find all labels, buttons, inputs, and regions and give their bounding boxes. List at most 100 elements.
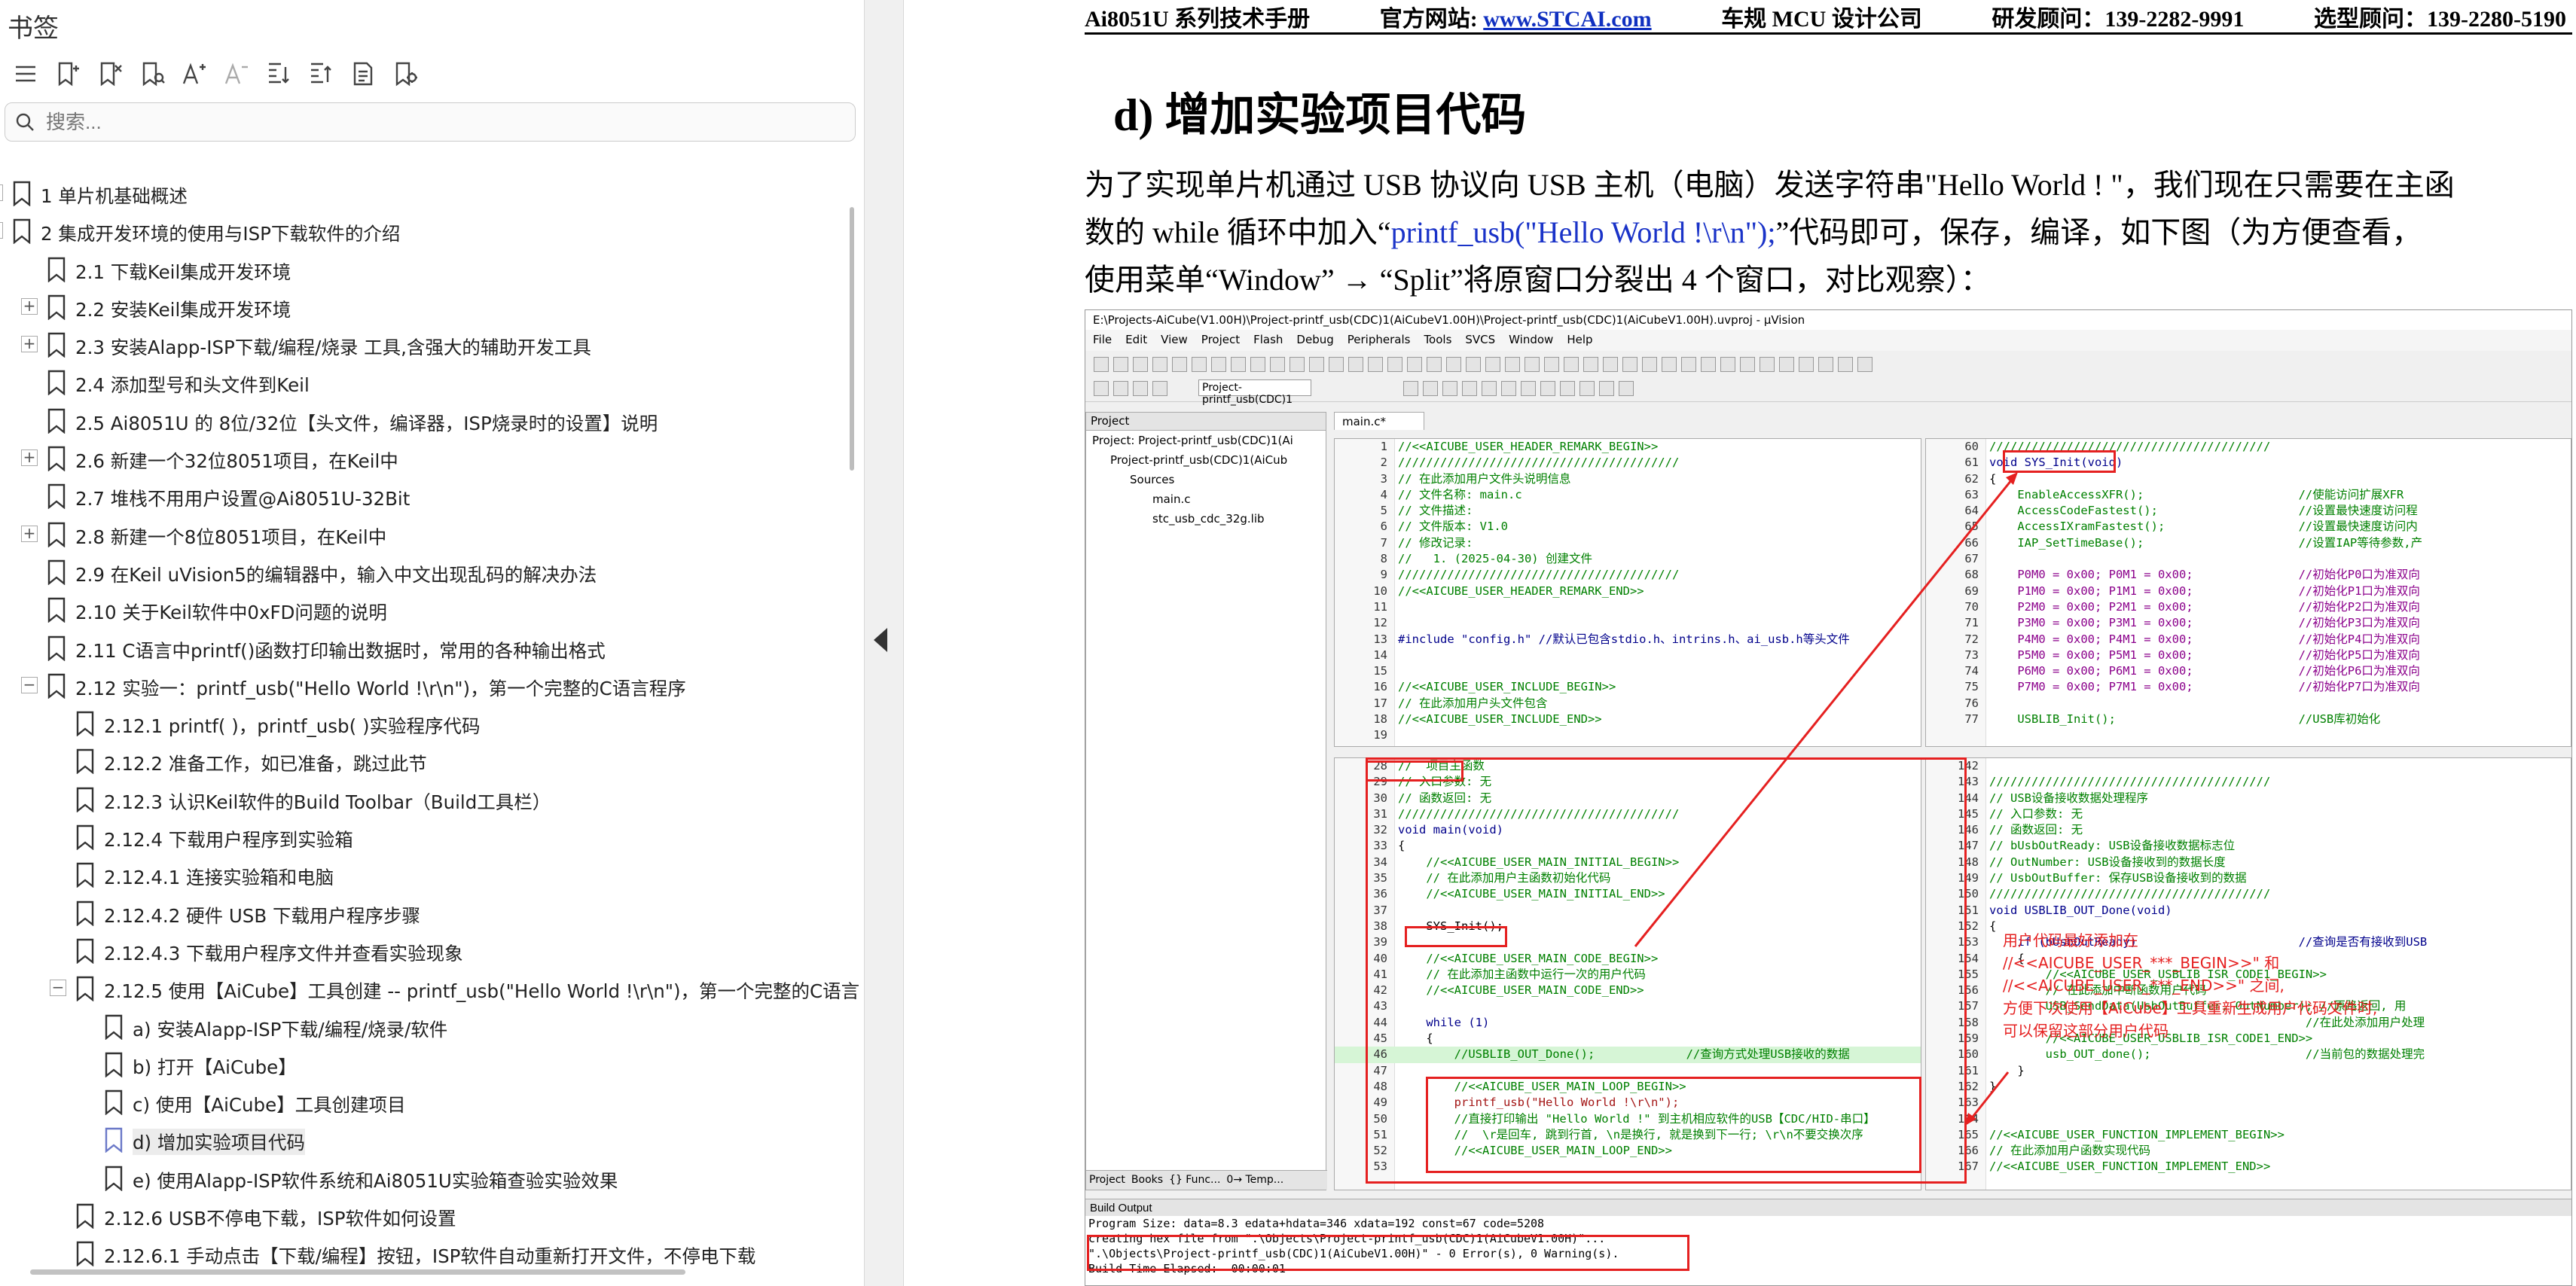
toggle-icon[interactable]: +	[21, 449, 38, 467]
toggle-icon[interactable]: −	[50, 980, 66, 997]
bookmark-item[interactable]: 2.11 C语言中printf()函数打印输出数据时，常用的各种输出格式	[0, 629, 851, 667]
inline-code: printf_usb("Hello World !\r\n");	[1390, 215, 1776, 249]
bookmark-icon	[47, 408, 66, 438]
bookmark-icon	[47, 559, 66, 590]
bookmark-item[interactable]: 2.12.4.2 硬件 USB 下载用户程序步骤	[0, 894, 851, 932]
bookmark-icon	[104, 1014, 124, 1044]
bookmark-item[interactable]: 2.12.1 printf( )，printf_usb( )实验程序代码	[0, 705, 851, 742]
bookmark-item[interactable]: 2.12.4 下载用户程序到实验箱	[0, 818, 851, 856]
bookmark-item[interactable]: c) 使用【AiCube】工具创建项目	[0, 1083, 851, 1121]
search-input[interactable]	[46, 109, 799, 135]
collapse-panel-arrow-icon[interactable]	[874, 628, 887, 652]
bookmark-item[interactable]: 2.12.4.1 连接实验箱和电脑	[0, 856, 851, 894]
toggle-icon[interactable]: +	[21, 297, 38, 315]
toggle-icon[interactable]: −	[0, 222, 3, 239]
header-product: Ai8051U 系列技术手册	[1085, 6, 1311, 32]
bookmark-settings-icon[interactable]	[387, 56, 423, 92]
website-link[interactable]: www.STCAI.com	[1483, 7, 1651, 32]
arrow-head	[2006, 472, 2018, 485]
bookmark-label: 2.7 堆栈不用用户设置@Ai8051U-32Bit	[75, 488, 411, 510]
bookmark-icon	[104, 1052, 124, 1082]
horizontal-scrollbar[interactable]	[30, 1269, 685, 1275]
bookmark-label: 2.12.2 准备工作，如已准备，跳过此节	[104, 753, 427, 776]
highlight-main-title	[1366, 760, 1463, 782]
search-icon	[14, 111, 35, 136]
toggle-icon[interactable]: +	[21, 525, 38, 542]
bookmark-item[interactable]: +2.2 安装Keil集成开发环境	[0, 288, 851, 326]
note-line: 方便下次使用【AiCube】工具重新生成用户代码文件时,	[2003, 999, 2378, 1017]
bookmark-search[interactable]	[5, 102, 856, 142]
find-bookmark-icon[interactable]	[134, 56, 170, 92]
bookmark-label: 2.12 实验一：printf_usb("Hello World !\r\n")…	[75, 677, 686, 699]
ide-screenshot: E:\Projects-AiCube(V1.00H)\Project-print…	[1085, 309, 2572, 1286]
bookmark-label: 2.12.1 printf( )，printf_usb( )实验程序代码	[104, 715, 481, 738]
note-arrow	[1969, 1071, 2010, 1120]
bookmark-icon	[47, 635, 66, 666]
bookmark-label: 2.12.4.1 连接实验箱和电脑	[104, 867, 334, 889]
bookmark-label: 2.5 Ai8051U 的 8位/32位【头文件，编译器，ISP烧录时的设置】说…	[75, 412, 658, 434]
bookmark-label: 2.6 新建一个32位8051项目，在Keil中	[75, 450, 398, 473]
toggle-icon[interactable]: +	[0, 184, 3, 201]
bookmark-icon	[75, 824, 95, 855]
section-heading: d) 增加实验项目代码	[1113, 90, 1527, 140]
header-company: 车规 MCU 设计公司	[1721, 6, 1922, 32]
bookmark-label: e) 使用Alapp-ISP软件系统和Ai8051U实验箱查验实验效果	[133, 1169, 618, 1192]
bookmark-icon	[47, 597, 66, 627]
bookmark-icon	[75, 748, 95, 779]
bookmark-item[interactable]: +2.6 新建一个32位8051项目，在Keil中	[0, 440, 851, 477]
collapse-all-icon[interactable]	[303, 56, 339, 92]
bookmark-item[interactable]: +2.3 安装Alapp-ISP下载/编程/烧录 工具,含强大的辅助开发工具	[0, 326, 851, 364]
bookmark-item[interactable]: − 2.12 实验一：printf_usb("Hello World !\r\n"…	[0, 667, 851, 705]
bookmark-item[interactable]: e) 使用Alapp-ISP软件系统和Ai8051U实验箱查验实验效果	[0, 1160, 851, 1197]
bookmark-icon	[12, 181, 32, 211]
bookmark-item[interactable]: 2.9 在Keil uVision5的编辑器中，输入中文出现乱码的解决办法	[0, 553, 851, 591]
expand-all-icon[interactable]	[261, 56, 297, 92]
bookmark-item[interactable]: 2.12.6.1 手动点击【下载/编程】按钮，ISP软件自动重新打开文件，不停电…	[0, 1235, 851, 1272]
toggle-icon[interactable]: +	[21, 336, 38, 353]
bookmark-icon	[104, 1127, 124, 1157]
bookmark-list-icon[interactable]	[8, 56, 44, 92]
document-view: Ai8051U 系列技术手册 官方网站: www.STCAI.com 车规 MC…	[904, 0, 2576, 1286]
header-site: 官方网站: www.STCAI.com	[1379, 6, 1652, 32]
bookmark-item[interactable]: − 2.12.5 使用【AiCube】工具创建 -- printf_usb("He…	[0, 970, 859, 1007]
bookmark-item[interactable]: 2.10 关于Keil软件中0xFD问题的说明	[0, 591, 851, 629]
bookmark-label: 2.1 下载Keil集成开发环境	[75, 261, 291, 283]
bookmark-panel: 书签 +1 单片机基础概述 − 2 集成开发环境的使用与ISP下载软件的介绍 2.1 …	[0, 0, 865, 1286]
add-bookmark-icon[interactable]	[50, 56, 86, 92]
bookmark-icon	[47, 257, 66, 287]
bookmark-item[interactable]: a) 安装Alapp-ISP下载/编程/烧录/软件	[0, 1008, 851, 1046]
bookmark-label: 2.12.4.3 下载用户程序文件并查看实验现象	[104, 942, 463, 964]
bookmark-panel-title: 书签	[8, 14, 59, 44]
bookmark-item[interactable]: 2.1 下载Keil集成开发环境	[0, 251, 851, 288]
highlight-build-result	[1087, 1235, 1689, 1271]
bookmark-item[interactable]: 2.12.2 准备工作，如已准备，跳过此节	[0, 742, 851, 780]
bookmark-item[interactable]: 2.5 Ai8051U 的 8位/32位【头文件，编译器，ISP烧录时的设置】说…	[0, 402, 851, 440]
highlight-loop-code	[1426, 1077, 1921, 1173]
delete-bookmark-icon[interactable]	[92, 56, 128, 92]
bookmark-item[interactable]: − 2 集成开发环境的使用与ISP下载软件的介绍	[0, 212, 851, 250]
header-sel-contact: 选型顾问：139-2280-5190	[2313, 6, 2566, 32]
bookmark-icon	[47, 446, 66, 476]
toggle-icon[interactable]: −	[21, 676, 38, 693]
bookmark-item[interactable]: b) 打开【AiCube】	[0, 1046, 851, 1083]
increase-font-icon[interactable]	[176, 56, 212, 92]
bookmark-item[interactable]: +2.8 新建一个8位8051项目，在Keil中	[0, 516, 851, 553]
bookmark-item[interactable]: 2.12.3 认识Keil软件的Build Toolbar（Build工具栏）	[0, 781, 851, 818]
bookmark-icon	[47, 522, 66, 552]
bookmark-icon	[75, 1241, 95, 1271]
bookmark-item[interactable]: 2.4 添加型号和头文件到Keil	[0, 364, 851, 401]
bookmark-item[interactable]: 2.12.4.3 下载用户程序文件并查看实验现象	[0, 932, 851, 970]
highlight-sys-init-call	[1405, 926, 1507, 947]
bookmark-toolbar	[8, 56, 423, 92]
header-rd-contact: 研发顾问：139-2282-9991	[1992, 6, 2245, 32]
panel-splitter[interactable]	[865, 0, 904, 1286]
bookmark-item[interactable]: d) 增加实验项目代码	[0, 1121, 851, 1159]
vertical-scrollbar[interactable]	[850, 207, 854, 471]
bookmark-page-icon[interactable]	[345, 56, 381, 92]
bookmark-item[interactable]: 2.7 堆栈不用用户设置@Ai8051U-32Bit	[0, 477, 851, 515]
bookmark-item[interactable]: 2.12.6 USB不停电下载，ISP软件如何设置	[0, 1197, 851, 1235]
decrease-font-icon[interactable]	[218, 56, 255, 92]
bookmark-icon	[75, 862, 95, 892]
bookmark-item[interactable]: +1 单片机基础概述	[0, 175, 851, 212]
bookmark-label: 2.8 新建一个8位8051项目，在Keil中	[75, 526, 387, 548]
